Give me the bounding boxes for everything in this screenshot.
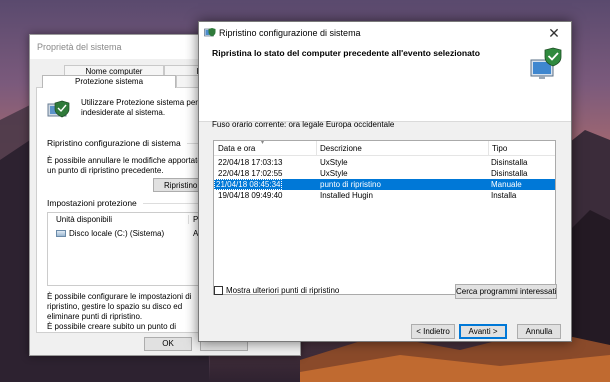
ok-button[interactable]: OK	[144, 337, 192, 351]
restore-window-title: Ripristino configurazione di sistema	[219, 28, 361, 38]
table-row[interactable]: 22/04/18 17:02:55 UxStyle Disinstalla	[214, 168, 555, 179]
tab-system-protection[interactable]: Protezione sistema	[42, 75, 176, 88]
column-type[interactable]: Tipo	[488, 141, 507, 156]
cancel-button[interactable]: Annulla	[517, 324, 561, 339]
system-restore-icon	[47, 100, 70, 118]
table-row[interactable]: 19/04/18 09:49:40 Installed Hugin Instal…	[214, 190, 555, 201]
show-more-label: Mostra ulteriori punti di ripristino	[226, 286, 340, 295]
system-restore-icon	[204, 28, 216, 37]
drives-column-units: Unità disponibili	[56, 215, 113, 224]
next-button[interactable]: Avanti >	[459, 324, 507, 339]
system-restore-window: Ripristino configurazione di sistema ✕ R…	[198, 21, 572, 342]
column-date[interactable]: Data e ora	[218, 144, 255, 153]
create-description: È possibile creare subito un punto di ri…	[47, 322, 176, 331]
scan-affected-programs-button[interactable]: Cerca programmi interessati	[455, 284, 557, 299]
restore-header: Ripristina lo stato del computer precede…	[199, 44, 571, 122]
close-icon[interactable]: ✕	[537, 22, 571, 44]
sort-caret-icon: ▾	[261, 140, 265, 146]
show-more-checkbox[interactable]	[214, 286, 223, 295]
restore-points-list[interactable]: Data e ora ▾ Descrizione Tipo 22/04/18 1…	[213, 140, 556, 295]
restore-titlebar: Ripristino configurazione di sistema ✕	[199, 22, 571, 44]
drive-row[interactable]: Disco locale (C:) (Sistema)	[56, 229, 164, 238]
back-button[interactable]: < Indietro	[411, 324, 455, 339]
restore-header-text: Ripristina lo stato del computer precede…	[212, 48, 481, 58]
configure-description: È possibile configurare le impostazioni …	[47, 292, 192, 321]
disk-icon	[56, 230, 66, 238]
table-row[interactable]: 22/04/18 17:03:13 UxStyle Disinstalla	[214, 157, 555, 168]
list-header: Data e ora ▾ Descrizione Tipo	[214, 140, 555, 156]
table-row-selected[interactable]: 21/04/18 08:45:34 punto di ripristino Ma…	[214, 179, 555, 190]
system-restore-icon	[530, 47, 562, 79]
column-description[interactable]: Descrizione	[316, 141, 362, 156]
timezone-label: Fuso orario corrente: ora legale Europa …	[212, 120, 395, 129]
